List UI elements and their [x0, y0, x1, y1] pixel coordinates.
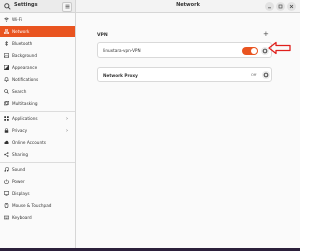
sidebar-item-label: Multitasking: [12, 101, 38, 106]
sidebar-item-label: Wi-Fi: [12, 17, 22, 22]
sidebar-item-label: Appearance: [12, 65, 38, 70]
sidebar-item-bluetooth[interactable]: Bluetooth: [0, 38, 75, 49]
sidebar-item-label: Sound: [12, 167, 26, 172]
vpn-connection-row: linuxtara-vpn-VPN: [97, 42, 272, 58]
sidebar-item-network[interactable]: Network: [0, 26, 75, 37]
minimize-icon: [268, 7, 271, 9]
sidebar-item-label: Mouse & Touchpad: [12, 203, 52, 208]
sidebar-item-sharing[interactable]: Sharing: [0, 149, 75, 160]
sidebar-item-online-accounts[interactable]: Online Accounts: [0, 137, 75, 148]
sidebar-divider: [0, 162, 75, 163]
settings-window: Settings Network Wi-Fi Network Bluetooth…: [0, 0, 300, 251]
sidebar-item-label: Applications: [12, 116, 38, 121]
lock-icon: [4, 128, 9, 133]
sidebar-item-multitasking[interactable]: Multitasking: [0, 98, 75, 109]
display-icon: [4, 191, 9, 196]
sound-icon: [4, 167, 9, 172]
bell-icon: [4, 77, 9, 82]
close-button[interactable]: [287, 2, 296, 11]
sidebar-header: Settings: [0, 0, 76, 13]
sidebar-item-sound[interactable]: Sound: [0, 164, 75, 175]
sidebar-item-wifi[interactable]: Wi-Fi: [0, 14, 75, 25]
app-title: Settings: [14, 2, 38, 8]
toggle-knob: [251, 48, 257, 54]
title-bar: Settings Network: [0, 0, 300, 13]
sidebar-item-label: Background: [12, 53, 37, 58]
keyboard-icon: [4, 215, 9, 220]
gear-icon: [263, 72, 269, 78]
sidebar-item-label: Privacy: [12, 128, 28, 133]
vpn-connection-name: linuxtara-vpn-VPN: [103, 48, 141, 53]
sidebar-item-label: Online Accounts: [12, 140, 46, 145]
sidebar-item-displays[interactable]: Displays: [0, 188, 75, 199]
sidebar-item-privacy[interactable]: Privacy ›: [0, 125, 75, 136]
mouse-icon: [4, 203, 9, 208]
main-menu-button[interactable]: [62, 1, 72, 12]
search-icon: [4, 89, 9, 94]
settings-sidebar: Wi-Fi Network Bluetooth Background Appea: [0, 13, 76, 248]
minimize-button[interactable]: [265, 2, 274, 11]
sidebar-item-label: Displays: [12, 191, 30, 196]
wifi-icon: [4, 17, 9, 22]
maximize-icon: [278, 4, 283, 9]
sidebar-divider: [0, 111, 75, 112]
sidebar-item-mouse-touchpad[interactable]: Mouse & Touchpad: [0, 200, 75, 211]
add-vpn-button[interactable]: +: [263, 31, 269, 38]
network-panel: VPN + linuxtara-vpn-VPN Network Proxy Of…: [77, 13, 300, 248]
sidebar-item-appearance[interactable]: Appearance: [0, 62, 75, 73]
sidebar-item-label: Bluetooth: [12, 41, 33, 46]
network-icon: [4, 29, 9, 34]
sidebar-item-label: Search: [12, 89, 27, 94]
chevron-right-icon: ›: [66, 127, 68, 134]
search-button[interactable]: [2, 1, 12, 11]
vpn-section-heading: VPN: [97, 33, 108, 38]
annotation-arrow-icon: [268, 41, 291, 55]
chevron-right-icon: ›: [66, 115, 68, 122]
appearance-icon: [4, 65, 9, 70]
sidebar-item-label: Power: [12, 179, 25, 184]
sidebar-item-power[interactable]: Power: [0, 176, 75, 187]
maximize-button[interactable]: [276, 2, 285, 11]
sidebar-item-label: Notifications: [12, 77, 39, 82]
close-icon: [289, 4, 294, 9]
sidebar-item-label: Network: [12, 29, 30, 34]
sidebar-item-notifications[interactable]: Notifications: [0, 74, 75, 85]
hamburger-icon: [65, 4, 69, 9]
sidebar-item-background[interactable]: Background: [0, 50, 75, 61]
multitasking-icon: [4, 101, 9, 106]
network-proxy-row[interactable]: Network Proxy Off: [97, 67, 272, 82]
bluetooth-icon: [4, 41, 9, 46]
sidebar-item-search[interactable]: Search: [0, 86, 75, 97]
background-icon: [4, 53, 9, 58]
sidebar-item-keyboard[interactable]: Keyboard: [0, 212, 75, 223]
applications-icon: [4, 116, 9, 121]
sidebar-item-label: Sharing: [12, 152, 29, 157]
power-icon: [4, 179, 9, 184]
sharing-icon: [4, 152, 9, 157]
online-accounts-icon: [4, 140, 9, 145]
proxy-settings-button[interactable]: [262, 71, 270, 79]
network-proxy-label: Network Proxy: [103, 73, 138, 78]
network-proxy-status: Off: [251, 73, 257, 77]
search-icon: [3, 2, 11, 10]
vpn-toggle-switch[interactable]: [242, 47, 258, 55]
sidebar-item-label: Keyboard: [12, 215, 32, 220]
sidebar-item-applications[interactable]: Applications ›: [0, 113, 75, 124]
panel-header: Network: [76, 0, 300, 13]
